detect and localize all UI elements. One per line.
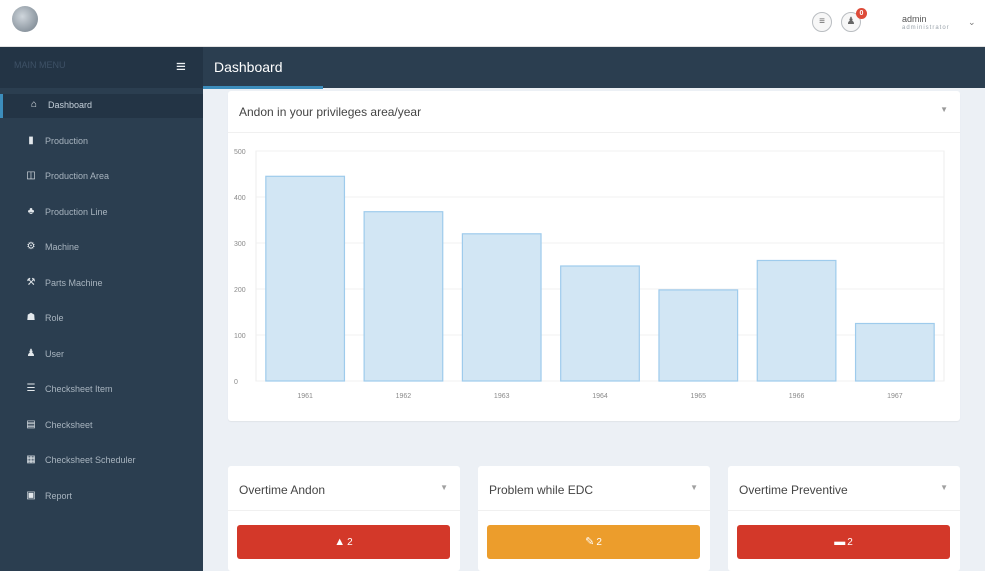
- card-count-button[interactable]: ▬ 2: [737, 525, 950, 559]
- card-count-button[interactable]: ▲ 2: [237, 525, 450, 559]
- card-header: Problem while EDC ▼: [478, 466, 710, 511]
- panel-header: Andon in your privileges area/year ▼: [228, 91, 960, 133]
- x-tick-label: 1963: [494, 393, 510, 400]
- sidebar-item-label: Dashboard: [48, 100, 93, 110]
- columns-icon: ◫: [26, 170, 36, 181]
- logo[interactable]: [12, 6, 38, 32]
- bar: [363, 211, 444, 382]
- sidebar-item-label: Production Line: [45, 206, 108, 217]
- sidebar-item-role[interactable]: ☗ Role: [0, 307, 203, 331]
- card-title: Problem while EDC: [489, 483, 594, 497]
- sitemap-icon: ♣: [27, 205, 35, 217]
- panel-title: Andon in your privileges area/year: [239, 105, 422, 119]
- card-count: 2: [847, 537, 853, 548]
- sidebar-item-report[interactable]: ▣ Report: [0, 485, 203, 509]
- card-count: 2: [347, 537, 353, 548]
- card-count-button[interactable]: ✎ 2: [487, 525, 700, 559]
- sidebar-header: MAIN MENU ≡: [0, 47, 203, 88]
- bar: [854, 322, 935, 382]
- y-tick-label: 300: [234, 241, 246, 248]
- sidebar: MAIN MENU ≡ ⌂ Dashboard ▮ Production ◫ Produc…: [0, 47, 203, 571]
- sidebar-item-checksheet[interactable]: ▤ Checksheet: [0, 414, 203, 438]
- bar: [560, 265, 640, 382]
- user-menu[interactable]: admin administrator ⌄: [890, 14, 985, 38]
- chevron-down-icon: ⌄: [968, 17, 976, 27]
- sidebar-item-checksheet-item[interactable]: ☰ Checksheet Item: [0, 378, 203, 402]
- edit-icon: ✎: [585, 536, 595, 548]
- andon-bar-chart: 0 100 200 300 400 500 1961 1962 1963 1964 1965 1966…: [234, 149, 945, 400]
- sidebar-item-label: Parts Machine: [45, 277, 103, 288]
- card-header: Overtime Andon ▼: [228, 466, 460, 511]
- sidebar-item-label: Checksheet: [45, 419, 93, 430]
- bed-icon: ▬: [834, 536, 846, 548]
- bar: [265, 175, 346, 382]
- card-title: Overtime Preventive: [739, 483, 848, 497]
- top-navbar: ≡ ♟ 0 admin administrator ⌄: [0, 0, 985, 47]
- card-header: Overtime Preventive ▼: [728, 466, 960, 511]
- stat-card-overtime-andon: Overtime Andon ▼ ▲ 2: [228, 466, 460, 571]
- x-tick-label: 1965: [690, 393, 706, 400]
- sidebar-item-user[interactable]: ♟ User: [0, 343, 203, 367]
- sidebar-item-label: Checksheet Scheduler: [45, 455, 136, 465]
- user-icon: ♟: [26, 347, 36, 359]
- collapse-icon[interactable]: ▼: [940, 105, 948, 114]
- x-tick-label: 1964: [592, 393, 608, 400]
- active-tab-indicator: [203, 86, 323, 89]
- calendar-icon: ▦: [26, 454, 36, 465]
- sidebar-item-production[interactable]: ▮ Production: [0, 130, 203, 154]
- sidebar-item-machine[interactable]: ⚙ Machine: [0, 236, 203, 260]
- collapse-icon[interactable]: ▼: [940, 483, 948, 492]
- bookmark-icon: ▮: [28, 134, 34, 146]
- stat-card-overtime-preventive: Overtime Preventive ▼ ▬ 2: [728, 466, 960, 571]
- collapse-icon[interactable]: ▼: [690, 483, 698, 492]
- y-tick-label: 500: [234, 149, 246, 156]
- cogs-icon: ⚙: [26, 241, 36, 252]
- andon-chart-panel: Andon in your privileges area/year ▼ 0 10…: [228, 91, 960, 421]
- card-count: 2: [596, 537, 602, 548]
- y-tick-label: 400: [234, 195, 246, 202]
- x-tick-label: 1962: [396, 393, 412, 400]
- x-tick-label: 1961: [297, 393, 313, 400]
- sidebar-item-production-area[interactable]: ◫ Production Area: [0, 165, 203, 189]
- x-tick-label: 1967: [887, 393, 903, 400]
- sidebar-item-label: Role: [45, 313, 64, 323]
- y-tick-label: 0: [234, 379, 238, 386]
- wrench-icon: ⚒: [26, 276, 36, 288]
- hamburger-menu-icon[interactable]: ≡: [168, 55, 194, 79]
- sidebar-item-label: Machine: [45, 242, 80, 252]
- user-name: admin: [902, 14, 927, 24]
- file-icon: ▤: [26, 418, 36, 430]
- content-header: Dashboard: [203, 47, 985, 89]
- y-tick-label: 100: [234, 333, 246, 340]
- sidebar-item-dashboard[interactable]: ⌂ Dashboard: [0, 94, 203, 118]
- user-role: administrator: [902, 25, 950, 31]
- warning-icon: ▲: [334, 536, 346, 548]
- message-icon[interactable]: ≡: [812, 12, 832, 32]
- sidebar-item-label: User: [45, 348, 65, 359]
- sidebar-item-label: Report: [45, 490, 73, 501]
- sidebar-item-checksheet-scheduler[interactable]: ▦ Checksheet Scheduler: [0, 449, 203, 473]
- report-icon: ▣: [26, 489, 36, 501]
- home-icon: ⌂: [30, 99, 38, 110]
- x-tick-label: 1966: [789, 393, 805, 400]
- page-title: Dashboard: [214, 59, 283, 75]
- sidebar-item-label: Production: [45, 135, 89, 146]
- collapse-icon[interactable]: ▼: [440, 483, 448, 492]
- card-title: Overtime Andon: [239, 483, 326, 497]
- stat-card-problem-while-edc: Problem while EDC ▼ ✎ 2: [478, 466, 710, 571]
- bar: [756, 259, 837, 382]
- notification-badge: 0: [856, 8, 867, 19]
- sidebar-item-label: Checksheet Item: [45, 384, 113, 394]
- sidebar-item-parts-machine[interactable]: ⚒ Parts Machine: [0, 272, 203, 296]
- list-icon: ☰: [26, 383, 36, 394]
- bar: [658, 289, 739, 382]
- y-tick-label: 200: [234, 287, 246, 294]
- sidebar-item-label: Production Area: [45, 171, 110, 181]
- bar: [461, 233, 542, 382]
- sidebar-brand: MAIN MENU: [14, 60, 66, 70]
- sidebar-item-production-line[interactable]: ♣ Production Line: [0, 201, 203, 225]
- users-icon: ☗: [26, 312, 36, 323]
